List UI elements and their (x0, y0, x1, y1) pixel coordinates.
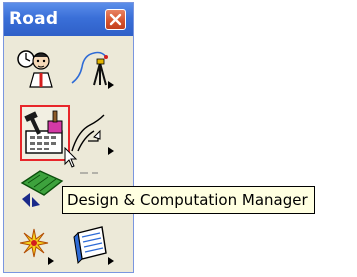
close-button[interactable] (105, 9, 126, 30)
report-tool-button[interactable] (68, 223, 118, 267)
screen: Road Design & Computation Manager (0, 0, 357, 277)
survey-path-tool-button[interactable] (68, 47, 118, 91)
arrow-cursor-icon (64, 146, 78, 168)
surveyor-person-icon (17, 50, 53, 88)
close-icon (109, 13, 122, 26)
mouse-cursor (64, 146, 78, 174)
sparkle-tool-button[interactable] (14, 223, 64, 267)
road-toolbox: Road (3, 2, 134, 273)
survey-path-icon (71, 51, 114, 89)
hammer-brush-calculator-icon (24, 110, 63, 154)
toolbox-titlebar[interactable]: Road (4, 3, 133, 36)
sparkle-icon (19, 228, 54, 265)
mesh-tool-button[interactable] (18, 165, 68, 209)
notepad-icon (73, 226, 114, 265)
surveyor-tool-button[interactable] (12, 47, 62, 91)
design-computation-manager-tool-button[interactable] (20, 105, 70, 161)
tool-tooltip: Design & Computation Manager (62, 186, 315, 214)
green-terrain-icon (20, 170, 64, 207)
toolbox-title: Road (9, 9, 59, 29)
